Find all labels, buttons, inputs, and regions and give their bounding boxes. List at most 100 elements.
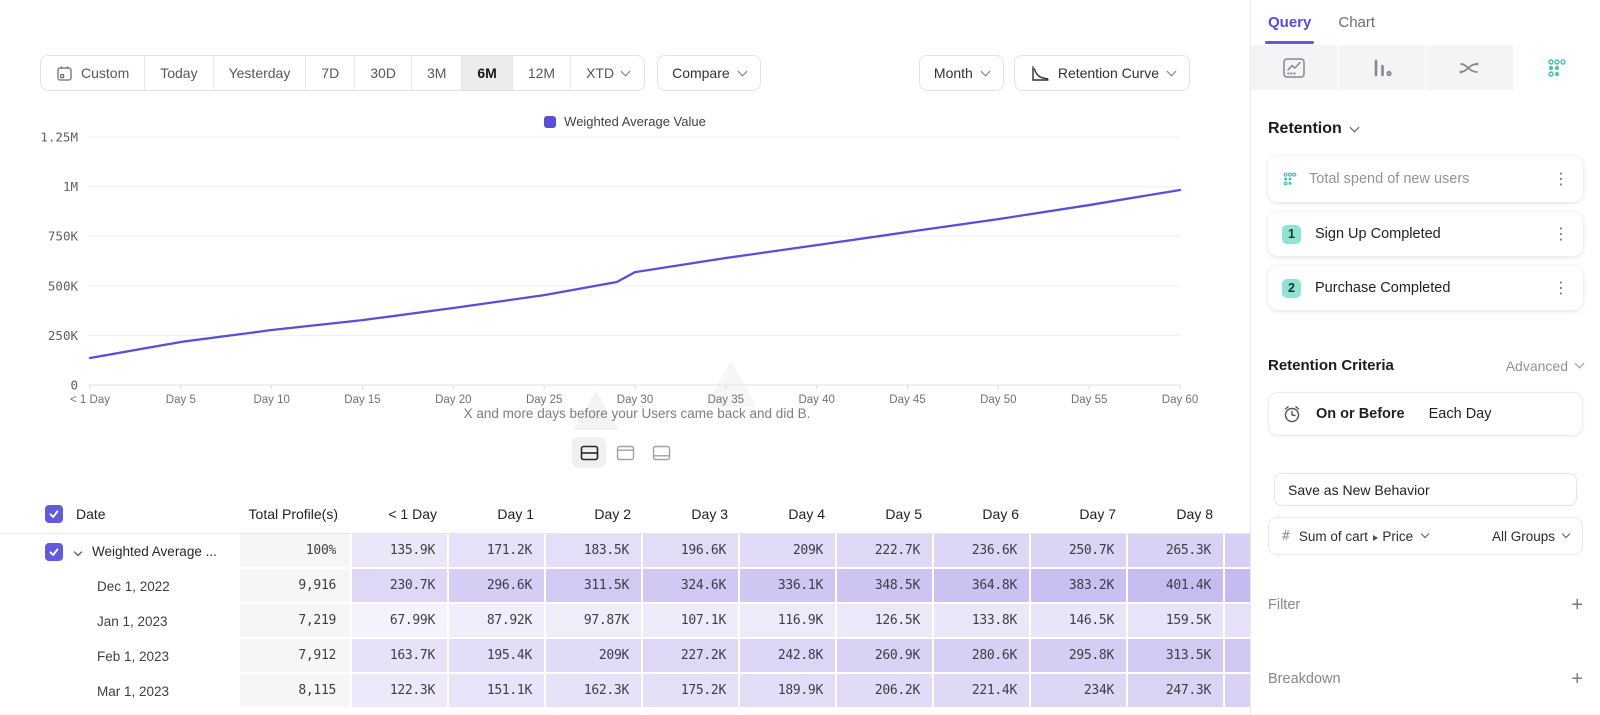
range-custom[interactable]: Custom	[41, 56, 145, 90]
row-label: Dec 1, 2022	[97, 579, 170, 594]
table-row: Feb 1, 20237,912163.7K195.4K209K227.2K24…	[0, 639, 1250, 674]
funnels-button[interactable]	[1339, 45, 1426, 90]
section-retention[interactable]: Retention	[1268, 120, 1583, 138]
x-axis-tick: Day 55	[1071, 394, 1107, 406]
step-sign-up[interactable]: 1 Sign Up Completed ⋮	[1268, 212, 1583, 256]
tab-query[interactable]: Query	[1268, 0, 1311, 45]
retention-value-cell: 348.5K	[837, 569, 934, 604]
criteria-card[interactable]: On or Before Each Day	[1268, 392, 1583, 436]
advanced-dropdown[interactable]: Advanced	[1506, 358, 1583, 374]
table-row: Weighted Average ...100%135.9K171.2K183.…	[0, 534, 1250, 569]
layout-chart-button[interactable]	[608, 437, 642, 468]
column-header: Day 4	[740, 494, 837, 533]
column-header: Day 3	[643, 494, 740, 533]
chart-type-label: Retention Curve	[1058, 65, 1159, 81]
all-groups-dropdown[interactable]: All Groups	[1492, 529, 1569, 544]
add-breakdown-button[interactable]: +	[1571, 669, 1583, 689]
measure-row: # Sum of cart Price All Groups	[1268, 517, 1583, 555]
x-axis-tick: Day 25	[526, 394, 562, 406]
step-label: Purchase Completed	[1315, 280, 1539, 296]
section-title: Retention	[1268, 120, 1342, 138]
column-header: Day 2	[546, 494, 643, 533]
column-header: Total Profile(s)	[240, 494, 352, 533]
layout-toggle-group	[0, 437, 1250, 468]
column-header: < 1 Day	[352, 494, 449, 533]
retention-value-cell: 162.3K	[546, 674, 643, 709]
measure-dropdown[interactable]: Sum of cart Price	[1299, 529, 1413, 544]
retention-value-cell: 324.6K	[643, 569, 740, 604]
x-axis-tick: Day 40	[798, 394, 834, 406]
y-axis-tick: 750K	[48, 229, 79, 244]
range-today[interactable]: Today	[145, 56, 213, 90]
calendar-icon	[56, 65, 73, 82]
retention-value-cell: 221.4K	[934, 674, 1031, 709]
retention-line[interactable]	[90, 190, 1180, 358]
step-purchase[interactable]: 2 Purchase Completed ⋮	[1268, 266, 1583, 310]
retention-value-cell: 242.8K	[740, 639, 837, 674]
insights-button[interactable]	[1251, 45, 1338, 90]
retention-value-cell-clipped	[1225, 674, 1250, 709]
range-30d[interactable]: 30D	[355, 56, 412, 90]
kebab-menu-icon[interactable]: ⋮	[1553, 226, 1569, 242]
retention-value-cell: 175.2K	[643, 674, 740, 709]
retention-value-cell: 146.5K	[1031, 604, 1128, 639]
granularity-button[interactable]: Month	[919, 55, 1004, 91]
range-7d[interactable]: 7D	[306, 56, 355, 90]
date-range-group: CustomTodayYesterday7D30D3M6M12MXTD	[40, 55, 645, 91]
row-checkbox[interactable]	[45, 543, 63, 561]
retention-value-cell-clipped	[1225, 569, 1250, 604]
retention-value-cell: 122.3K	[352, 674, 449, 709]
layout-split-button[interactable]	[572, 437, 606, 468]
retention-value-cell: 401.4K	[1128, 569, 1225, 604]
behavior-name: Total spend of new users	[1309, 171, 1542, 187]
tab-chart[interactable]: Chart	[1338, 0, 1375, 45]
save-as-new-behavior-button[interactable]: Save as New Behavior	[1274, 473, 1577, 506]
retention-button[interactable]	[1514, 45, 1600, 90]
step-number-badge: 1	[1282, 225, 1301, 244]
criteria-title: Retention Criteria	[1268, 357, 1506, 374]
retention-value-cell: 230.7K	[352, 569, 449, 604]
x-axis-tick: Day 10	[253, 394, 289, 406]
criteria-window: Each Day	[1429, 406, 1492, 422]
range-yesterday[interactable]: Yesterday	[214, 56, 307, 90]
range-6m[interactable]: 6M	[462, 56, 512, 90]
x-axis-tick: < 1 Day	[70, 394, 110, 406]
toolbar-spacer	[761, 55, 919, 91]
retention-value-cell: 209K	[546, 639, 643, 674]
layout-table-button[interactable]	[644, 437, 678, 468]
step-number-badge: 2	[1282, 279, 1301, 298]
range-12m[interactable]: 12M	[513, 56, 571, 90]
chevron-down-icon	[737, 66, 747, 76]
retention-curve-icon	[1029, 64, 1049, 83]
range-xtd[interactable]: XTD	[571, 56, 644, 90]
x-axis-tick: Day 15	[344, 394, 380, 406]
funnel-icon	[1370, 57, 1394, 79]
retention-value-cell: 135.9K	[352, 534, 449, 569]
retention-value-cell: 236.6K	[934, 534, 1031, 569]
behavior-card[interactable]: Total spend of new users ⋮	[1268, 156, 1583, 202]
kebab-menu-icon[interactable]: ⋮	[1553, 280, 1569, 296]
table-row: Mar 1, 20238,115122.3K151.1K162.3K175.2K…	[0, 674, 1250, 709]
retention-value-cell-clipped	[1225, 534, 1250, 569]
kebab-menu-icon[interactable]: ⋮	[1553, 171, 1569, 187]
row-label: Feb 1, 2023	[97, 649, 169, 664]
retention-value-cell: 183.5K	[546, 534, 643, 569]
retention-value-cell: 107.1K	[643, 604, 740, 639]
x-axis-tick: Day 50	[980, 394, 1016, 406]
compare-button[interactable]: Compare	[657, 55, 761, 91]
criteria-condition: On or Before	[1316, 406, 1405, 422]
retention-value-cell: 280.6K	[934, 639, 1031, 674]
add-filter-button[interactable]: +	[1571, 595, 1583, 615]
chart-type-button[interactable]: Retention Curve	[1014, 55, 1190, 91]
y-axis-tick: 1.25M	[40, 130, 78, 145]
panel-body: Retention Total spend of new users ⋮ 1 S…	[1251, 120, 1600, 689]
filter-section: Filter +	[1268, 595, 1583, 615]
y-axis-tick: 1M	[63, 179, 78, 194]
expand-chevron-icon[interactable]	[74, 547, 82, 555]
retention-value-cell: 296.6K	[449, 569, 546, 604]
total-profiles-cell: 100%	[240, 534, 352, 569]
select-all-checkbox[interactable]	[45, 505, 63, 523]
x-axis-tick: Day 45	[889, 394, 925, 406]
range-3m[interactable]: 3M	[412, 56, 462, 90]
flows-button[interactable]	[1426, 45, 1513, 90]
